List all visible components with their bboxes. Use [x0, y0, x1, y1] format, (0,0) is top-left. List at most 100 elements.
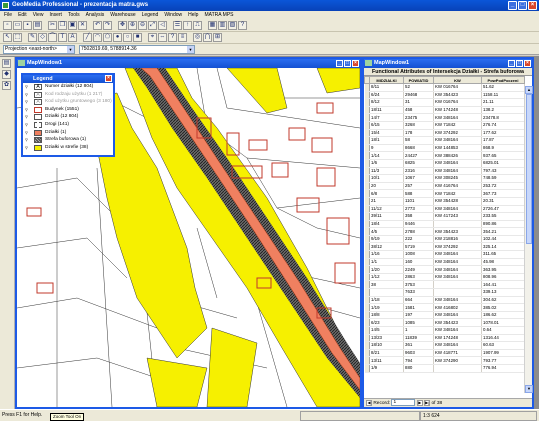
- table-cell[interactable]: 178: [403, 129, 434, 138]
- table-cell[interactable]: 2773: [403, 205, 434, 214]
- table-cell[interactable]: [433, 280, 482, 290]
- table-cell[interactable]: KW 417243: [433, 212, 482, 221]
- table-cell[interactable]: 6/23: [369, 318, 404, 327]
- table-cell[interactable]: KW 348164: [433, 296, 482, 305]
- table-cell[interactable]: 776.94: [481, 364, 525, 373]
- menu-tools[interactable]: Tools: [68, 11, 80, 20]
- intersect-icon[interactable]: ⋂: [203, 33, 212, 42]
- table-row[interactable]: 6/8 588 KW 71842 367.73: [364, 189, 525, 198]
- table-cell[interactable]: 18/1: [369, 136, 404, 145]
- help-icon[interactable]: ?: [238, 21, 247, 30]
- layer-icon[interactable]: ▤: [2, 59, 11, 68]
- table-cell[interactable]: 8/12: [369, 98, 404, 107]
- table-cell[interactable]: 794: [403, 356, 434, 365]
- table-row[interactable]: 6/15 3268 KW 71842 276.74: [364, 121, 525, 130]
- table-cell[interactable]: KW 348164: [433, 205, 482, 214]
- table-cell[interactable]: KW 174248: [433, 334, 482, 343]
- table-cell[interactable]: 58: [403, 136, 434, 145]
- table-cell[interactable]: KW 348164: [433, 113, 482, 122]
- table-cell[interactable]: 138.2: [481, 106, 525, 115]
- table-cell[interactable]: 0.64: [481, 326, 525, 335]
- table-cell[interactable]: 868.9: [481, 144, 525, 153]
- last-record-icon[interactable]: ▶|: [424, 399, 431, 406]
- feature-class-icon[interactable]: ◆: [2, 70, 11, 79]
- insert-label-icon[interactable]: A: [68, 33, 77, 42]
- table-row[interactable]: 8/11 52 KW 016764 51.62: [364, 83, 525, 92]
- first-record-icon[interactable]: ◀: [366, 399, 372, 406]
- table-row[interactable]: 14/5 1 KW 348164 0.64: [364, 326, 525, 335]
- table-cell[interactable]: 10/1: [369, 174, 404, 183]
- table-row[interactable]: 15/4 178 KW 374292 177.62: [364, 129, 525, 138]
- table-cell[interactable]: 325.14: [481, 242, 525, 252]
- table-cell[interactable]: 15/4: [369, 129, 404, 138]
- data-window-icon[interactable]: ▥: [218, 21, 227, 30]
- select-tools-icon[interactable]: ⬚: [13, 33, 22, 42]
- table-cell[interactable]: 1085: [403, 318, 434, 327]
- zoom-out-icon[interactable]: ⊖: [138, 21, 147, 30]
- table-cell[interactable]: 1067: [403, 174, 434, 183]
- scroll-thumb[interactable]: [526, 94, 532, 244]
- attribute-table[interactable]: MIDZIALKI POWIATID KW PowPodPoczeni 8/11…: [364, 76, 525, 373]
- table-cell[interactable]: 38/12: [369, 242, 404, 252]
- table-row[interactable]: 18/11 458 KW 174248 138.2: [364, 106, 525, 115]
- table-cell[interactable]: KW 71842: [433, 189, 482, 198]
- table-cell[interactable]: 18/10: [369, 341, 404, 350]
- query-icon[interactable]: ?: [168, 33, 177, 42]
- table-cell[interactable]: 1: [403, 326, 434, 335]
- open-icon[interactable]: ▭: [13, 21, 22, 30]
- table-cell[interactable]: 5719: [403, 242, 434, 252]
- visibility-icon[interactable]: ⚲: [25, 100, 30, 104]
- print-icon[interactable]: ▤: [33, 21, 42, 30]
- table-row[interactable]: 1/6 6825 KW 348164 6825.01: [364, 159, 525, 168]
- legend-item[interactable]: ⚲ A Kod rodzaju użytku (1 217): [23, 91, 113, 99]
- table-cell[interactable]: 9/19: [369, 235, 404, 244]
- table-row[interactable]: 9 8668 KW 144853 868.9: [364, 144, 525, 153]
- table-cell[interactable]: 890.86: [481, 220, 525, 229]
- zoom-in-icon[interactable]: ⊕: [128, 21, 137, 30]
- legend-item[interactable]: ⚲ Działki w strefie (38): [23, 144, 113, 152]
- table-cell[interactable]: 6825: [403, 159, 434, 168]
- table-row[interactable]: 18/1 58 KW 348164 17.87: [364, 136, 525, 145]
- table-cell[interactable]: 13/11: [369, 356, 404, 365]
- visibility-icon[interactable]: ⚲: [25, 145, 30, 150]
- table-cell[interactable]: KW 348164: [433, 265, 482, 274]
- table-cell[interactable]: 3753: [403, 280, 434, 290]
- table-row[interactable]: 9/19 222 KW 218816 102.44: [364, 235, 525, 244]
- table-cell[interactable]: 793.77: [481, 356, 525, 365]
- table-cell[interactable]: 1/1: [369, 258, 404, 267]
- table-row[interactable]: 1/16 1008 KW 348164 311.65: [364, 250, 525, 259]
- visibility-icon[interactable]: ⚲: [25, 115, 30, 119]
- table-cell[interactable]: 1/20: [369, 265, 404, 274]
- zoom-prev-icon[interactable]: ◁: [158, 21, 167, 30]
- table-cell[interactable]: 3268: [403, 121, 434, 130]
- table-row[interactable]: 10/1 1067 KW 308245 748.59: [364, 174, 525, 183]
- menu-legend[interactable]: Legend: [142, 11, 159, 20]
- table-row[interactable]: 1/9 880 776.94: [364, 364, 525, 373]
- spatial-filter-icon[interactable]: ⊞: [213, 33, 222, 42]
- table-cell[interactable]: KW 354423: [433, 318, 482, 327]
- legend-item[interactable]: ⚲ Działki (1): [23, 129, 113, 137]
- menu-window[interactable]: Window: [164, 11, 182, 20]
- table-row[interactable]: 8/21 9603 KW 418771 1907.99: [364, 349, 525, 358]
- table-cell[interactable]: 38: [369, 280, 404, 290]
- table-cell[interactable]: KW 416802: [433, 303, 482, 312]
- table-cell[interactable]: 1/6: [369, 159, 404, 168]
- table-cell[interactable]: 20: [369, 182, 404, 191]
- table-cell[interactable]: 339.13: [481, 288, 525, 297]
- table-cell[interactable]: 197: [403, 311, 434, 320]
- table-cell[interactable]: KW 218816: [433, 235, 482, 244]
- legend-item[interactable]: ⚲ Budynek (1551): [23, 106, 113, 114]
- edit-geometry-icon[interactable]: ◇: [38, 33, 47, 42]
- table-cell[interactable]: 304.62: [481, 296, 525, 305]
- arc-icon[interactable]: ◠: [93, 33, 102, 42]
- snap-icon[interactable]: ⌖: [148, 33, 157, 42]
- visibility-icon[interactable]: ⚲: [25, 85, 30, 89]
- visibility-icon[interactable]: ⚲: [25, 92, 30, 97]
- legend-item[interactable]: ⚲ A Kod użytku gruntowego (3 180): [23, 98, 113, 106]
- table-cell[interactable]: KW 348164: [433, 136, 482, 145]
- table-cell[interactable]: 8/21: [369, 349, 404, 358]
- table-cell[interactable]: 664: [403, 296, 434, 305]
- projection-select[interactable]: Projection <east-north> ▼: [3, 45, 75, 54]
- table-cell[interactable]: 11839: [403, 334, 434, 343]
- attribute-scrollbar[interactable]: ▲ ▼: [524, 86, 533, 393]
